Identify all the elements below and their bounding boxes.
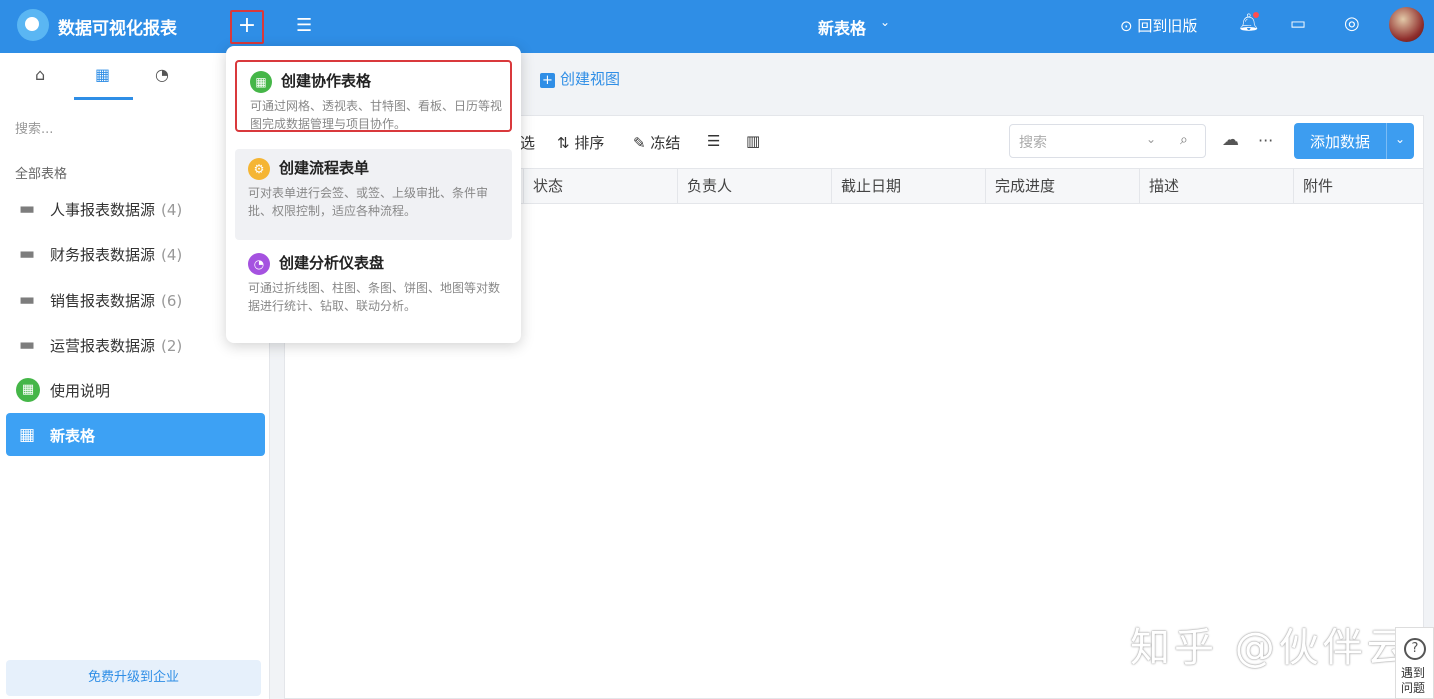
button-divider	[1386, 123, 1387, 159]
back-link-label: 回到旧版	[1137, 17, 1198, 35]
column-header[interactable]: 截止日期	[831, 169, 985, 204]
grid-icon: ▦	[19, 425, 36, 445]
create-view-button[interactable]: + 创建视图	[540, 68, 620, 89]
column-header[interactable]: 负责人	[677, 169, 831, 204]
help-label: 遇到问题	[1401, 666, 1426, 695]
sidebar-search-input[interactable]: 搜索...	[15, 118, 53, 137]
folder-icon: ▬	[19, 290, 36, 310]
folder-icon: ▬	[19, 335, 36, 355]
chevron-down-icon[interactable]: ⌄	[880, 15, 890, 29]
add-plus-button[interactable]: +	[230, 10, 264, 44]
column-header[interactable]: 描述	[1139, 169, 1293, 204]
app-title: 数据可视化报表	[58, 19, 177, 39]
upgrade-button[interactable]: 免费升级到企业	[6, 660, 261, 696]
create-collab-table-option[interactable]: ▦ 创建协作表格 可通过网格、透视表、甘特图、看板、日历等视图完成数据管理与项目…	[235, 60, 512, 132]
create-view-label: 创建视图	[560, 70, 621, 88]
switch-icon: ⊙	[1120, 17, 1138, 35]
option-title: 创建协作表格	[281, 72, 372, 90]
upload-cloud-icon[interactable]: ☁	[1222, 130, 1239, 150]
column-header[interactable]: 附件	[1293, 169, 1423, 204]
section-label: 全部表格	[15, 167, 68, 182]
watermark: 知乎 @伙伴云	[1130, 625, 1411, 671]
user-avatar[interactable]	[1389, 7, 1424, 42]
create-menu-popup: ▦ 创建协作表格 可通过网格、透视表、甘特图、看板、日历等视图完成数据管理与项目…	[226, 46, 521, 343]
sidebar-item-count: (2)	[161, 337, 183, 355]
row-height-icon[interactable]: ▥	[746, 132, 760, 150]
sidebar-item-count: (4)	[161, 201, 183, 219]
sidebar-item-count: (4)	[161, 246, 183, 264]
hamburger-menu-icon[interactable]: ☰	[296, 15, 312, 36]
option-description: 可通过折线图、柱图、条图、饼图、地图等对数据进行统计、钻取、联动分析。	[248, 281, 501, 313]
search-placeholder: 搜索	[1019, 135, 1047, 151]
sidebar-item-label: 新表格	[50, 427, 96, 445]
grid-icon: ▦	[16, 378, 40, 402]
option-description: 可对表单进行会签、或签、上级审批、条件审批、权限控制，适应各种流程。	[248, 186, 489, 218]
flow-icon: ⚙	[248, 158, 270, 180]
app-logo-icon	[17, 9, 49, 41]
filter-button[interactable]: 选	[520, 132, 535, 153]
sort-label: 排序	[574, 134, 605, 152]
freeze-label: 冻结	[650, 134, 681, 152]
sidebar-item-label: 使用说明	[50, 382, 111, 400]
help-widget[interactable]: ? 遇到问题	[1395, 627, 1434, 699]
folder-icon: ▬	[19, 244, 36, 264]
sidebar-item-new-table[interactable]: ▦ 新表格	[6, 413, 265, 456]
sidebar-item-label: 财务报表数据源	[50, 246, 156, 264]
add-data-button[interactable]: 添加数据 ⌄	[1294, 123, 1414, 159]
sidebar-item-label: 运营报表数据源	[50, 337, 156, 355]
sidebar-item-guide[interactable]: ▦ 使用说明	[6, 368, 265, 411]
group-icon[interactable]: ☰	[707, 132, 720, 150]
chevron-down-icon[interactable]: ⌄	[1146, 132, 1156, 146]
folder-icon: ▬	[19, 199, 36, 219]
question-icon: ?	[1404, 638, 1426, 660]
notification-dot	[1253, 12, 1259, 18]
sidebar-item-label: 人事报表数据源	[50, 201, 156, 219]
sidebar-item-count: (6)	[161, 292, 183, 310]
column-header[interactable]: 完成进度	[985, 169, 1139, 204]
pin-icon: ✎	[633, 134, 651, 152]
home-tab-icon[interactable]: ⌂	[35, 65, 45, 84]
document-title[interactable]: 新表格	[818, 15, 866, 39]
search-input[interactable]: 搜索 ⌄ ⌕	[1009, 124, 1206, 158]
create-process-form-option[interactable]: ⚙ 创建流程表单 可对表单进行会签、或签、上级审批、条件审批、权限控制，适应各种…	[235, 149, 512, 240]
sidebar-item-label: 销售报表数据源	[50, 292, 156, 310]
clock-tab-icon[interactable]: ◔	[155, 65, 169, 84]
grid-tab-icon[interactable]: ▦	[95, 65, 110, 84]
search-icon[interactable]: ⌕	[1180, 132, 1188, 148]
option-title: 创建分析仪表盘	[279, 254, 385, 272]
sort-icon: ⇅	[557, 134, 575, 152]
create-dashboard-option[interactable]: ◔ 创建分析仪表盘 可通过折线图、柱图、条图、饼图、地图等对数据进行统计、钻取、…	[235, 244, 512, 332]
column-header[interactable]: 状态	[523, 169, 677, 204]
active-tab-indicator	[74, 97, 133, 100]
plus-icon: +	[540, 73, 555, 88]
grid-icon: ▦	[250, 71, 272, 93]
back-to-old-version-link[interactable]: ⊙ 回到旧版	[1120, 15, 1197, 36]
chevron-down-icon[interactable]: ⌄	[1395, 132, 1405, 146]
compass-icon[interactable]: ◎	[1344, 13, 1360, 34]
more-icon[interactable]: ···	[1258, 131, 1273, 150]
pie-chart-icon: ◔	[248, 253, 270, 275]
top-bar: 数据可视化报表 + ☰ 新表格 ⌄ ⊙ 回到旧版 🔔︎ ▭ ◎	[0, 0, 1434, 53]
sort-button[interactable]: ⇅ 排序	[557, 132, 604, 153]
add-data-label: 添加数据	[1310, 133, 1371, 151]
briefcase-icon[interactable]: ▭	[1290, 14, 1306, 34]
freeze-button[interactable]: ✎ 冻结	[633, 132, 680, 153]
option-title: 创建流程表单	[279, 159, 370, 177]
option-description: 可通过网格、透视表、甘特图、看板、日历等视图完成数据管理与项目协作。	[250, 99, 503, 131]
